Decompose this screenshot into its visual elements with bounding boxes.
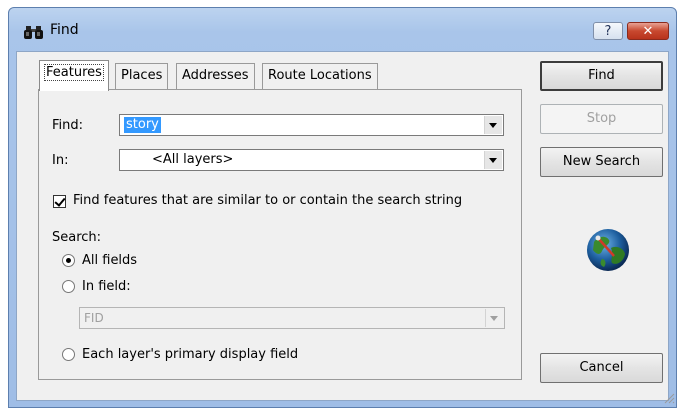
close-button[interactable]: ✕ [627, 22, 669, 40]
tab-addresses[interactable]: Addresses [176, 63, 255, 90]
tab-places-label: Places [121, 68, 163, 83]
in-layer-combobox[interactable]: <All layers> [119, 149, 504, 171]
field-dropdown-arrow-icon [485, 309, 503, 327]
tab-places[interactable]: Places [115, 63, 169, 90]
search-label: Search: [52, 230, 102, 245]
in-layer-value: <All layers> [152, 152, 234, 167]
radio-primary-display-field[interactable] [62, 348, 75, 361]
similar-checkbox[interactable] [53, 195, 66, 208]
globe-icon [587, 229, 629, 271]
find-button[interactable]: Find [540, 61, 663, 91]
resize-grip-icon[interactable] [663, 392, 675, 404]
stop-button[interactable]: Stop [540, 104, 663, 134]
field-combobox: FID [79, 307, 505, 329]
new-search-button[interactable]: New Search [540, 147, 663, 177]
find-input-text: story [124, 117, 161, 133]
in-label: In: [52, 153, 69, 168]
window-title: Find [50, 22, 79, 38]
tab-features[interactable]: Features [39, 60, 109, 91]
similar-checkbox-label: Find features that are similar to or con… [73, 193, 463, 208]
radio-all-fields-label: All fields [82, 253, 138, 268]
radio-all-fields[interactable] [62, 254, 75, 267]
find-label: Find: [52, 118, 84, 133]
tab-addresses-label: Addresses [182, 68, 249, 83]
field-value: FID [84, 311, 104, 325]
radio-in-field-label: In field: [82, 279, 131, 294]
cancel-button[interactable]: Cancel [540, 353, 663, 383]
tab-route-locations-label: Route Locations [268, 68, 372, 83]
tab-route-locations[interactable]: Route Locations [262, 63, 378, 90]
binoculars-icon [24, 26, 43, 39]
in-dropdown-arrow-icon[interactable] [484, 151, 502, 169]
radio-primary-display-field-label: Each layer's primary display field [82, 347, 299, 362]
tab-features-label: Features [44, 64, 104, 81]
find-dropdown-arrow-icon[interactable] [484, 116, 502, 134]
find-combobox[interactable]: story [119, 114, 504, 136]
radio-in-field[interactable] [62, 280, 75, 293]
help-button[interactable]: ? [593, 22, 623, 40]
